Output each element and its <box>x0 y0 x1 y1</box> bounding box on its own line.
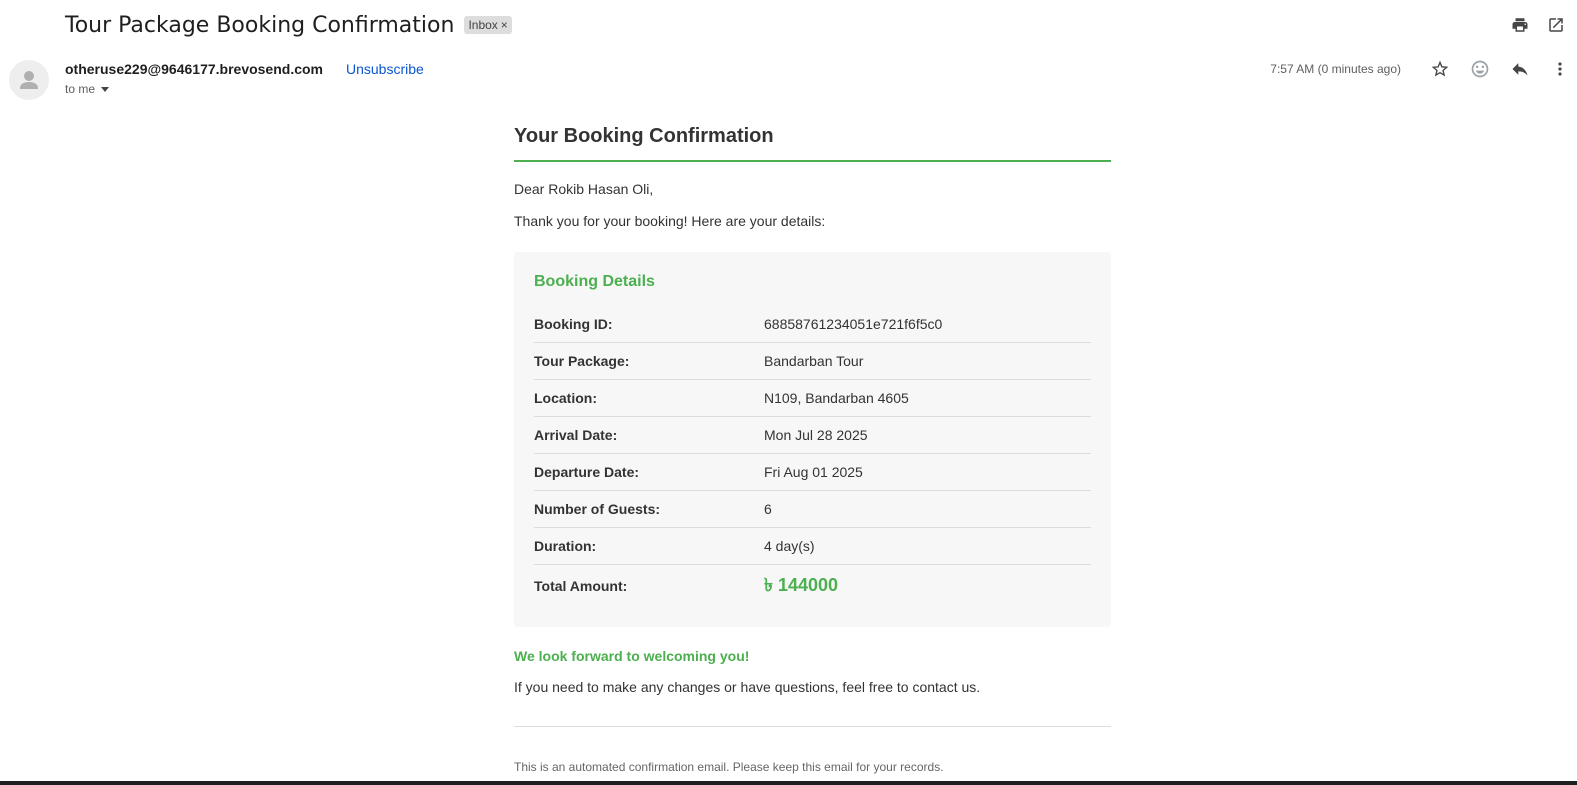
detail-value: Bandarban Tour <box>764 353 864 369</box>
sender-email[interactable]: otheruse229@9646177.brevosend.com <box>65 61 323 77</box>
detail-value: 4 day(s) <box>764 538 815 554</box>
detail-row-guests: Number of Guests: 6 <box>534 491 1091 528</box>
unsubscribe-link[interactable]: Unsubscribe <box>346 61 424 77</box>
contact-text: If you need to make any changes or have … <box>514 679 981 695</box>
footer-note: This is an automated confirmation email.… <box>514 760 944 774</box>
detail-label: Number of Guests: <box>534 501 661 517</box>
detail-label: Departure Date: <box>534 464 640 480</box>
remove-label-icon[interactable]: × <box>501 18 508 32</box>
detail-value: Fri Aug 01 2025 <box>764 464 863 480</box>
detail-row-duration: Duration: 4 day(s) <box>534 528 1091 565</box>
greeting: Dear Rokib Hasan Oli, <box>514 181 654 197</box>
detail-row-total-amount: Total Amount: ৳ 144000 <box>534 565 1091 607</box>
top-toolbar <box>1509 14 1567 36</box>
detail-row-booking-id: Booking ID: 68858761234051e721f6f5c0 <box>534 306 1091 343</box>
window-bottom-edge <box>0 781 1577 785</box>
sender-avatar[interactable] <box>9 60 49 100</box>
email-title: Your Booking Confirmation <box>514 118 1111 162</box>
divider <box>514 726 1111 727</box>
closing-message: We look forward to welcoming you! <box>514 648 750 664</box>
recipient-label: to me <box>65 82 96 96</box>
detail-label: Booking ID: <box>534 316 613 332</box>
detail-label: Duration: <box>534 538 597 554</box>
detail-label: Total Amount: <box>534 578 628 594</box>
label-text: Inbox <box>468 18 498 32</box>
default-avatar-icon <box>20 71 38 89</box>
recipient-toggle[interactable]: to me <box>65 82 110 96</box>
detail-row-arrival-date: Arrival Date: Mon Jul 28 2025 <box>534 417 1091 454</box>
detail-row-tour-package: Tour Package: Bandarban Tour <box>534 343 1091 380</box>
detail-label: Location: <box>534 390 597 406</box>
detail-value: Mon Jul 28 2025 <box>764 427 868 443</box>
subject-row: Tour Package Booking Confirmation Inbox … <box>65 10 512 40</box>
more-vert-icon[interactable] <box>1549 58 1571 80</box>
message-timestamp: 7:57 AM (0 minutes ago) <box>1270 62 1401 76</box>
total-amount-value: ৳ 144000 <box>764 574 839 595</box>
email-body: Your Booking Confirmation Dear Rokib Has… <box>514 118 1111 774</box>
message-actions <box>1429 58 1571 80</box>
email-subject: Tour Package Booking Confirmation <box>65 12 455 38</box>
booking-details-card: Booking Details Booking ID: 688587612340… <box>514 252 1111 627</box>
detail-row-departure-date: Departure Date: Fri Aug 01 2025 <box>534 454 1091 491</box>
booking-details-heading: Booking Details <box>534 273 655 290</box>
print-icon[interactable] <box>1509 14 1531 36</box>
emoji-icon[interactable] <box>1469 58 1491 80</box>
intro-text: Thank you for your booking! Here are you… <box>514 213 826 229</box>
detail-row-location: Location: N109, Bandarban 4605 <box>534 380 1091 417</box>
star-icon[interactable] <box>1429 58 1451 80</box>
chevron-down-icon <box>101 86 110 92</box>
detail-value: 68858761234051e721f6f5c0 <box>764 316 943 332</box>
detail-label: Tour Package: <box>534 353 630 369</box>
detail-label: Arrival Date: <box>534 427 618 443</box>
inbox-label-chip[interactable]: Inbox × <box>464 16 512 34</box>
reply-icon[interactable] <box>1509 58 1531 80</box>
open-in-new-window-icon[interactable] <box>1545 14 1567 36</box>
detail-value: N109, Bandarban 4605 <box>764 390 909 406</box>
detail-value: 6 <box>764 501 772 517</box>
